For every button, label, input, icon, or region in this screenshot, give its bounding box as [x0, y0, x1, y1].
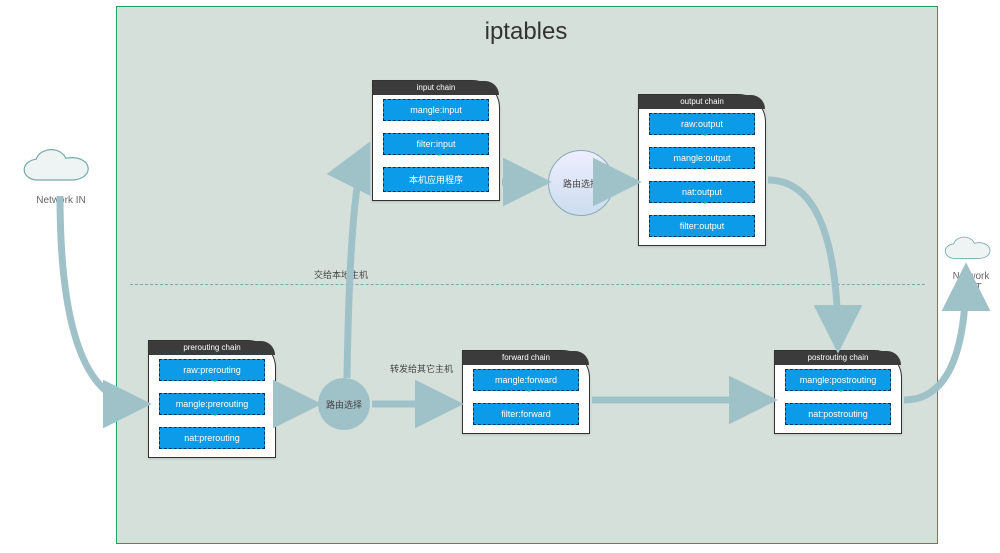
rule-box: mangle:forward [473, 369, 579, 391]
chain-header: prerouting chain [149, 341, 275, 355]
network-out-cloud: Network OUT [942, 236, 1000, 293]
rule-box: mangle:output [649, 147, 755, 169]
rule-box: mangle:input [383, 99, 489, 121]
cloud-icon [942, 236, 1000, 264]
note-local: 交给本地主机 [314, 268, 368, 281]
rule-box: filter:forward [473, 403, 579, 425]
chain-output: output chain raw:output mangle:output na… [638, 94, 766, 246]
rule-box: filter:input [383, 133, 489, 155]
chain-header: postrouting chain [775, 351, 901, 365]
cloud-icon [18, 148, 104, 188]
rule-box: 本机应用程序 [383, 167, 489, 192]
note-forward: 转发给其它主机 [390, 362, 453, 375]
route-decision-2: 路由选择 [548, 150, 614, 216]
chain-header: input chain [373, 81, 499, 95]
rule-box: filter:output [649, 215, 755, 237]
chain-input: input chain mangle:input filter:input 本机… [372, 80, 500, 201]
rule-box: raw:prerouting [159, 359, 265, 381]
rule-box: mangle:prerouting [159, 393, 265, 415]
rule-box: nat:output [649, 181, 755, 203]
iptables-boundary [116, 6, 938, 544]
chain-prerouting: prerouting chain raw:prerouting mangle:p… [148, 340, 276, 458]
diagram-title: iptables [116, 18, 936, 46]
chain-header: forward chain [463, 351, 589, 365]
chain-header: output chain [639, 95, 765, 109]
chain-forward: forward chain mangle:forward filter:forw… [462, 350, 590, 434]
network-in-label: Network IN [18, 195, 104, 206]
network-in-cloud: Network IN [18, 148, 104, 206]
chain-postrouting: postrouting chain mangle:postrouting nat… [774, 350, 902, 434]
rule-box: raw:output [649, 113, 755, 135]
route-decision-1: 路由选择 [318, 378, 370, 430]
rule-box: nat:prerouting [159, 427, 265, 449]
network-out-label: Network OUT [942, 271, 1000, 293]
rule-box: nat:postrouting [785, 403, 891, 425]
horizontal-divider [130, 284, 925, 285]
rule-box: mangle:postrouting [785, 369, 891, 391]
